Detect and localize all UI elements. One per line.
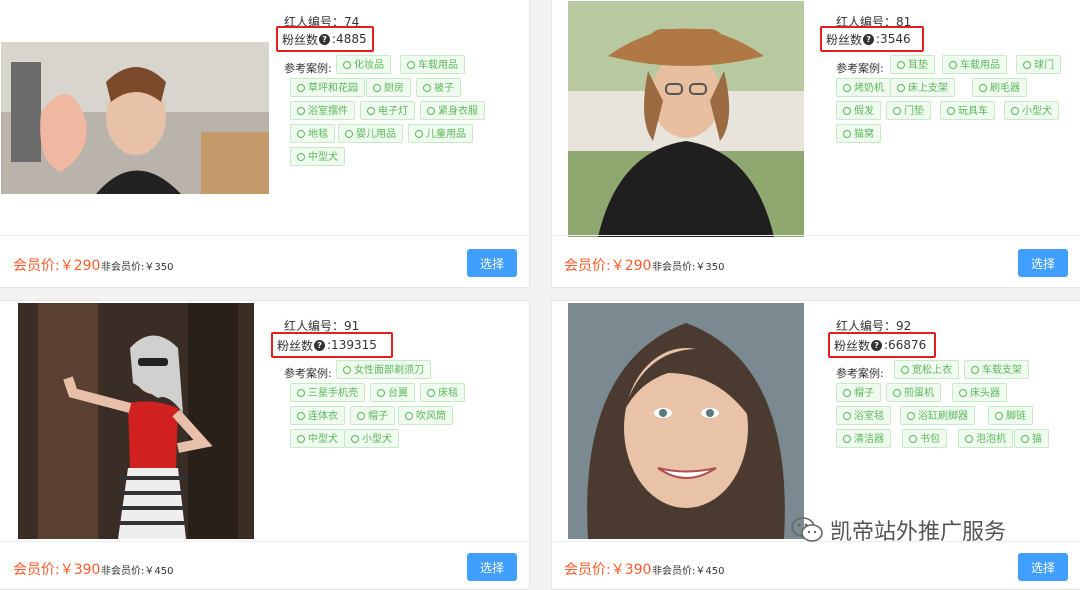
divider [1, 235, 529, 236]
tag-item[interactable]: 床头器 [952, 383, 1007, 402]
tag-item[interactable]: 地毯 [290, 124, 335, 143]
influencer-photo [568, 303, 804, 539]
tag-item[interactable]: 猫窝 [836, 124, 881, 143]
influencer-card: 红人编号：91 粉丝数 ? :139315 参考案例: 女性面部剃须刀 三星手机… [0, 300, 530, 590]
tag-item[interactable]: 刷毛器 [972, 78, 1027, 97]
influencer-card: 红人编号：81 粉丝数 ? :3546 参考案例: 耳垫 车载用品 球门 烤奶机… [551, 0, 1080, 288]
non-member-price: 非会员价:￥350 [652, 262, 725, 273]
help-icon[interactable]: ? [314, 339, 326, 351]
fans-label: 粉丝数 [282, 32, 319, 47]
tag-item[interactable]: 女性面部剃须刀 [336, 360, 431, 379]
tag-item[interactable]: 小型犬 [344, 429, 399, 448]
tag-item[interactable]: 浴室摆件 [290, 101, 355, 120]
tag-item[interactable]: 车载用品 [942, 55, 1007, 74]
tags-label: 参考案例: [284, 367, 332, 380]
fans-value: :3546 [876, 32, 911, 46]
fans-count-highlight: 粉丝数 ? :139315 [271, 332, 393, 358]
influencer-photo [18, 303, 254, 539]
influencer-card: 红人编号：92 粉丝数 ? :66876 参考案例: 宽松上衣 车载支架 帽子 … [551, 300, 1080, 590]
tag-item[interactable]: 门垫 [886, 101, 931, 120]
divider [1, 541, 529, 542]
tag-item[interactable]: 宽松上衣 [894, 360, 959, 379]
wechat-icon [791, 517, 823, 542]
member-price: 会员价:￥290 [13, 258, 101, 274]
tag-item[interactable]: 耳垫 [890, 55, 935, 74]
select-button[interactable]: 选择 [1018, 553, 1068, 581]
watermark: 凯帝站外推广服务 [790, 514, 1006, 546]
tag-item[interactable]: 车载用品 [400, 55, 465, 74]
influencer-photo [1, 42, 269, 194]
tag-item[interactable]: 玩具车 [940, 101, 995, 120]
tag-item[interactable]: 车载支架 [964, 360, 1029, 379]
tags-label: 参考案例: [836, 367, 884, 380]
tag-item[interactable]: 中型犬 [290, 147, 345, 166]
fans-value: :139315 [327, 338, 377, 352]
fans-label: 粉丝数 [826, 32, 863, 47]
tag-item[interactable]: 假发 [836, 101, 881, 120]
tag-item[interactable]: 婴儿用品 [338, 124, 403, 143]
fans-count-highlight: 粉丝数 ? :66876 [828, 332, 936, 358]
tags-label: 参考案例: [284, 62, 332, 75]
tag-item[interactable]: 小型犬 [1004, 101, 1059, 120]
tag-item[interactable]: 床毯 [420, 383, 465, 402]
influencer-info: 红人编号：81 粉丝数 ? :3546 参考案例: 耳垫 车载用品 球门 烤奶机… [820, 13, 1076, 193]
tag-item[interactable]: 猫 [1014, 429, 1049, 448]
tag-item[interactable]: 床上支架 [890, 78, 955, 97]
fans-count-highlight: 粉丝数 ? :3546 [820, 26, 924, 52]
fans-value: :66876 [884, 338, 927, 352]
tag-item[interactable]: 浴缸刷脚器 [900, 406, 975, 425]
influencer-photo [568, 1, 804, 237]
select-button[interactable]: 选择 [1018, 249, 1068, 277]
tag-item[interactable]: 化妆品 [336, 55, 391, 74]
tag-item[interactable]: 三星手机壳 [290, 383, 365, 402]
tag-item[interactable]: 儿童用品 [408, 124, 473, 143]
fans-label: 粉丝数 [277, 338, 314, 353]
tag-item[interactable]: 浴室毯 [836, 406, 891, 425]
fans-count-highlight: 粉丝数 ? :4885 [276, 26, 374, 52]
select-button[interactable]: 选择 [467, 249, 517, 277]
help-icon[interactable]: ? [319, 33, 331, 45]
member-price: 会员价:￥390 [13, 562, 101, 578]
fans-label: 粉丝数 [834, 338, 871, 353]
select-button[interactable]: 选择 [467, 553, 517, 581]
influencer-info: 红人编号：91 粉丝数 ? :139315 参考案例: 女性面部剃须刀 三星手机… [271, 317, 524, 497]
tag-item[interactable]: 中型犬 [290, 429, 345, 448]
tag-item[interactable]: 连体衣 [290, 406, 345, 425]
tag-item[interactable]: 帽子 [836, 383, 881, 402]
fans-value: :4885 [332, 32, 367, 46]
member-price: 会员价:￥390 [564, 562, 652, 578]
tag-item[interactable]: 草坪和花园 [290, 78, 365, 97]
tag-item[interactable]: 泡泡机 [958, 429, 1013, 448]
watermark-text: 凯帝站外推广服务 [830, 520, 1007, 545]
tag-item[interactable]: 煎蛋机 [886, 383, 941, 402]
tag-item[interactable]: 被子 [416, 78, 461, 97]
help-icon[interactable]: ? [871, 339, 883, 351]
tag-item[interactable]: 厨房 [366, 78, 411, 97]
tag-item[interactable]: 帽子 [350, 406, 395, 425]
member-price: 会员价:￥290 [564, 258, 652, 274]
help-icon[interactable]: ? [863, 33, 875, 45]
tags-label: 参考案例: [836, 62, 884, 75]
tag-item[interactable]: 球门 [1016, 55, 1061, 74]
influencer-card: 红人编号：74 粉丝数 ? :4885 参考案例: 化妆品 车载用品 草坪和花园… [0, 0, 530, 288]
influencer-info: 红人编号：92 粉丝数 ? :66876 参考案例: 宽松上衣 车载支架 帽子 … [828, 317, 1076, 497]
tag-item[interactable]: 烤奶机 [836, 78, 891, 97]
tag-item[interactable]: 清洁器 [836, 429, 891, 448]
tag-item[interactable]: 电子灯 [360, 101, 415, 120]
tag-item[interactable]: 紧身衣服 [420, 101, 485, 120]
divider [554, 235, 1080, 236]
non-member-price: 非会员价:￥350 [101, 262, 174, 273]
tag-item[interactable]: 脚链 [988, 406, 1033, 425]
non-member-price: 非会员价:￥450 [101, 566, 174, 577]
tag-item[interactable]: 吹风筒 [398, 406, 453, 425]
tag-item[interactable]: 书包 [902, 429, 947, 448]
non-member-price: 非会员价:￥450 [652, 566, 725, 577]
tag-item[interactable]: 台翼 [370, 383, 415, 402]
influencer-info: 红人编号：74 粉丝数 ? :4885 参考案例: 化妆品 车载用品 草坪和花园… [276, 13, 524, 193]
